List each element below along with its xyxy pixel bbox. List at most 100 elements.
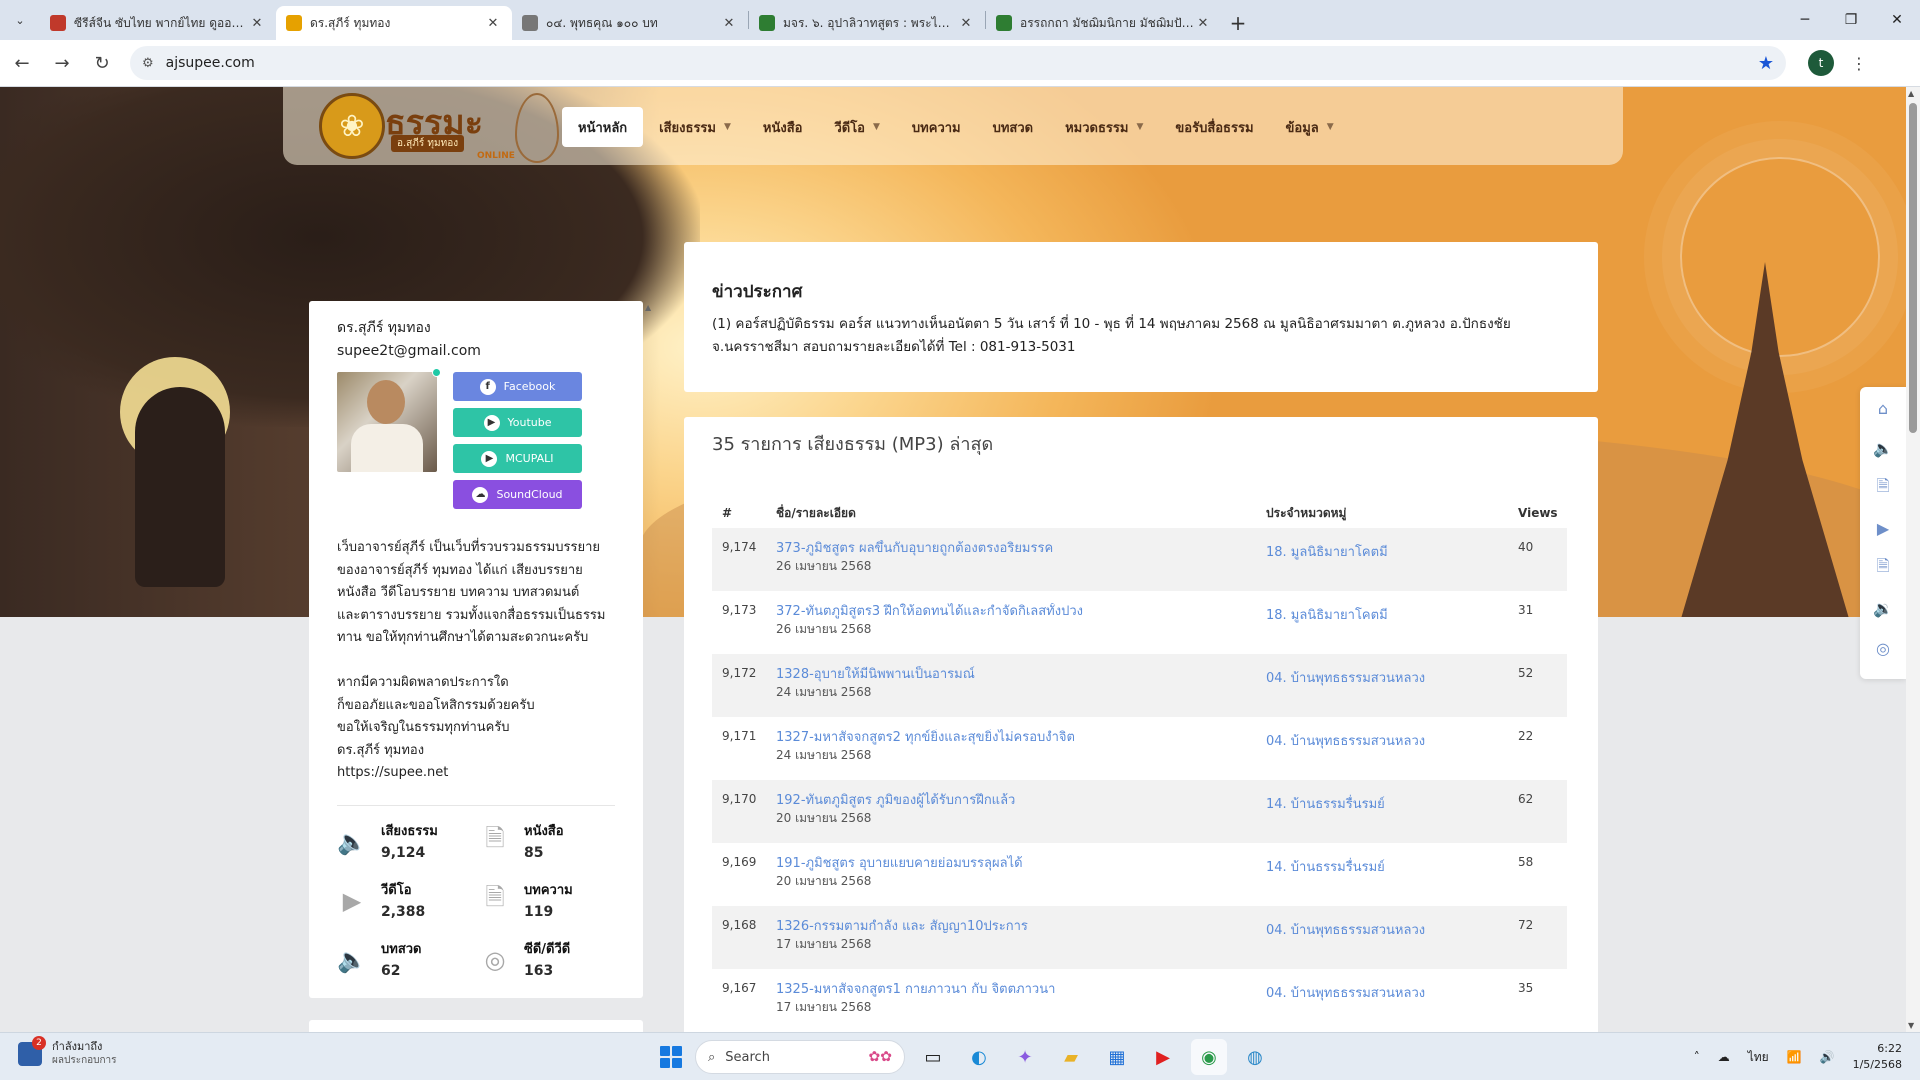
category-link[interactable]: 18. มูลนิธิมายาโคตมี bbox=[1266, 540, 1518, 563]
profile-avatar[interactable]: t bbox=[1808, 50, 1834, 76]
clock[interactable]: 6:22 1/5/2568 bbox=[1853, 1041, 1902, 1073]
bookmark-star-icon[interactable]: ★ bbox=[1758, 53, 1774, 74]
browser-menu-icon[interactable]: ⋮ bbox=[1844, 54, 1874, 73]
cloud-offline-icon[interactable]: ☁ bbox=[1718, 1050, 1730, 1064]
bodhi-leaf-icon bbox=[515, 93, 559, 163]
close-tab-icon[interactable]: ✕ bbox=[1194, 16, 1212, 31]
browser-tab[interactable]: ดร.สุภีร์ ทุมทอง ✕ bbox=[276, 6, 512, 40]
system-tray: ˄ ☁ ไทย 📶 🔊 6:22 1/5/2568 bbox=[1694, 1033, 1920, 1080]
restore-icon[interactable]: ❐ bbox=[1828, 0, 1874, 40]
page-scrollbar[interactable]: ▲ ▼ bbox=[1906, 87, 1920, 1032]
table-row: 9,169 191-ภูมิชสูตร อุบายแยบคายย่อมบรรลุผ… bbox=[722, 855, 1534, 888]
scrollbar-thumb[interactable] bbox=[1909, 103, 1917, 433]
tab-search-button[interactable]: ⌄ bbox=[0, 0, 40, 40]
stat-item[interactable]: 🔈 เสียงธรรม 9,124 bbox=[337, 822, 472, 864]
chrome-icon[interactable]: ◉ bbox=[1191, 1039, 1227, 1075]
mp3-link[interactable]: 373-ภูมิชสูตร ผลขึ้นกับอุบายถูกต้องตรงอร… bbox=[776, 540, 1266, 558]
youtube-icon[interactable]: ▶ bbox=[1145, 1039, 1181, 1075]
menu-item[interactable]: หน้าหลัก bbox=[562, 107, 644, 147]
edge-icon[interactable]: ◐ bbox=[961, 1039, 997, 1075]
news-widget[interactable]: 2 กำลังมาถึง ผลประกอบการ bbox=[18, 1035, 117, 1068]
globe-app-icon[interactable]: ◍ bbox=[1237, 1039, 1273, 1075]
mp3-link[interactable]: 191-ภูมิชสูตร อุบายแยบคายย่อมบรรลุผลได้ bbox=[776, 855, 1266, 873]
mp3-link[interactable]: 1327-มหาสัจจกสูตร2 ทุกข์ยิ่งและสุขยิ่งไม… bbox=[776, 729, 1266, 747]
stat-item[interactable]: 🔈 บทสวด 62 bbox=[337, 940, 472, 982]
favicon-icon bbox=[522, 15, 538, 31]
site-logo[interactable]: ❀ ธรรมะ อ.สุภีร์ ทุมทอง ONLINE bbox=[319, 93, 559, 163]
copilot-icon[interactable]: ✦ bbox=[1007, 1039, 1043, 1075]
article-icon[interactable]: 🗎 bbox=[1872, 556, 1894, 579]
menu-item[interactable]: หมวดธรรม ▼ bbox=[1049, 107, 1159, 147]
language-indicator[interactable]: ไทย bbox=[1748, 1048, 1769, 1067]
card-scrollbar[interactable]: ▲ bbox=[643, 301, 657, 998]
social-button[interactable]: ☁ SoundCloud bbox=[453, 480, 582, 509]
close-tab-icon[interactable]: ✕ bbox=[248, 16, 266, 31]
online-dot bbox=[432, 368, 441, 377]
file-explorer-icon[interactable]: ▰ bbox=[1053, 1039, 1089, 1075]
forward-arrow-icon[interactable]: → bbox=[44, 45, 80, 81]
page-viewport: ❀ ธรรมะ อ.สุภีร์ ทุมทอง ONLINE หน้าหลักเ… bbox=[0, 87, 1906, 1032]
taskbar-search[interactable]: ⌕ Search ✿✿ bbox=[695, 1040, 905, 1074]
category-link[interactable]: 04. บ้านพุทธธรรมสวนหลวง bbox=[1266, 729, 1518, 752]
mp3-link[interactable]: 1325-มหาสัจจกสูตร1 กายภาวนา กับ จิตตภาวน… bbox=[776, 981, 1266, 999]
disc-icon[interactable]: ◎ bbox=[1872, 637, 1894, 659]
volume-icon[interactable]: 🔊 bbox=[1820, 1050, 1835, 1064]
play-icon[interactable]: ▶ bbox=[1872, 517, 1894, 539]
chevron-down-icon: ▼ bbox=[873, 122, 880, 132]
social-button[interactable]: ▶ Youtube bbox=[453, 408, 582, 437]
close-tab-icon[interactable]: ✕ bbox=[720, 16, 738, 31]
menu-item[interactable]: บทความ bbox=[896, 107, 977, 147]
category-link[interactable]: 14. บ้านธรรมรื่นรมย์ bbox=[1266, 792, 1518, 815]
stat-item[interactable]: 🗎 บทความ 119 bbox=[480, 881, 615, 923]
flower-icon: ✿✿ bbox=[868, 1049, 892, 1065]
stat-item[interactable]: ▶ วีดีโอ 2,388 bbox=[337, 881, 472, 923]
back-arrow-icon[interactable]: ← bbox=[4, 45, 40, 81]
tray-chevron-icon[interactable]: ˄ bbox=[1694, 1050, 1700, 1064]
browser-tabbar: ⌄ ซีรีส์จีน ซับไทย พากย์ไทย ดูออนไลน์ฟรี… bbox=[0, 0, 1920, 40]
browser-toolbar: ← → ↻ ⚙ ajsupee.com ★ t ⋮ bbox=[0, 40, 1920, 87]
address-bar[interactable]: ⚙ ajsupee.com ★ bbox=[130, 46, 1786, 80]
mp3-link[interactable]: 372-ทันตภูมิสูตร3 ฝึกให้อดทนได้และกำจัดก… bbox=[776, 603, 1266, 621]
url-text[interactable]: ajsupee.com bbox=[166, 55, 1758, 71]
category-link[interactable]: 04. บ้านพุทธธรรมสวนหลวง bbox=[1266, 918, 1518, 941]
minimize-icon[interactable]: ─ bbox=[1782, 0, 1828, 40]
stat-item[interactable]: 🗎 หนังสือ 85 bbox=[480, 822, 615, 864]
mp3-link[interactable]: 1328-อุบายให้มีนิพพานเป็นอารมณ์ bbox=[776, 666, 1266, 684]
menu-item[interactable]: เสียงธรรม ▼ bbox=[643, 107, 747, 147]
menu-item[interactable]: ขอรับสื่อธรรม bbox=[1159, 107, 1269, 147]
category-link[interactable]: 04. บ้านพุทธธรรมสวนหลวง bbox=[1266, 666, 1518, 689]
site-info-icon[interactable]: ⚙ bbox=[142, 56, 154, 71]
menu-item[interactable]: หนังสือ bbox=[747, 107, 819, 147]
menu-item[interactable]: ข้อมูล ▼ bbox=[1270, 107, 1350, 147]
windows-start-icon[interactable] bbox=[657, 1043, 685, 1071]
document-icon[interactable]: 🗎 bbox=[1872, 476, 1894, 499]
category-link[interactable]: 04. บ้านพุทธธรรมสวนหลวง bbox=[1266, 981, 1518, 1004]
speaker-icon[interactable]: 🔈 bbox=[1872, 437, 1894, 459]
store-icon[interactable]: ▦ bbox=[1099, 1039, 1135, 1075]
chevron-down-icon: ▼ bbox=[723, 122, 731, 132]
browser-tab[interactable]: ๐๔. พุทธคุณ ๑๐๐ บท ✕ bbox=[512, 6, 748, 40]
menu-item[interactable]: วีดีโอ ▼ bbox=[818, 107, 895, 147]
reload-icon[interactable]: ↻ bbox=[84, 45, 120, 81]
close-window-icon[interactable]: ✕ bbox=[1874, 0, 1920, 40]
category-link[interactable]: 14. บ้านธรรมรื่นรมย์ bbox=[1266, 855, 1518, 878]
category-link[interactable]: 18. มูลนิธิมายาโคตมี bbox=[1266, 603, 1518, 626]
stat-item[interactable]: ◎ ซีดี/ดีวีดี 163 bbox=[480, 940, 615, 982]
close-tab-icon[interactable]: ✕ bbox=[957, 16, 975, 31]
chant-icon[interactable]: 🔉 bbox=[1872, 597, 1894, 619]
new-tab-button[interactable]: + bbox=[1222, 6, 1254, 40]
social-button[interactable]: ▶ MCUPALI bbox=[453, 444, 582, 473]
table-row: 9,172 1328-อุบายให้มีนิพพานเป็นอารมณ์ 24 เ… bbox=[712, 654, 1567, 717]
browser-tab[interactable]: ซีรีส์จีน ซับไทย พากย์ไทย ดูออนไลน์ฟรี✕ bbox=[40, 6, 276, 40]
task-view-icon[interactable]: ▭ bbox=[915, 1039, 951, 1075]
browser-tab[interactable]: มจร. ๖. อุปาลิวาทสูตร : พระไตรปิฎก ✕ bbox=[749, 6, 985, 40]
mp3-link[interactable]: 192-ทันตภูมิสูตร ภูมิของผู้ได้รับการฝึกแ… bbox=[776, 792, 1266, 810]
menu-item[interactable]: บทสวด bbox=[977, 107, 1050, 147]
social-button[interactable]: f Facebook bbox=[453, 372, 582, 401]
mp3-link[interactable]: 1326-กรรมตามกำลัง และ สัญญา10ประการ bbox=[776, 918, 1266, 936]
profile-email: supee2t@gmail.com bbox=[337, 343, 481, 359]
wifi-icon[interactable]: 📶 bbox=[1787, 1050, 1802, 1064]
home-icon[interactable]: ⌂ bbox=[1872, 397, 1894, 419]
close-tab-icon[interactable]: ✕ bbox=[484, 16, 502, 31]
browser-tab[interactable]: อรรถกถา มัชฌิมนิกาย มัชฌิมปัณณาสก์✕ bbox=[986, 6, 1222, 40]
